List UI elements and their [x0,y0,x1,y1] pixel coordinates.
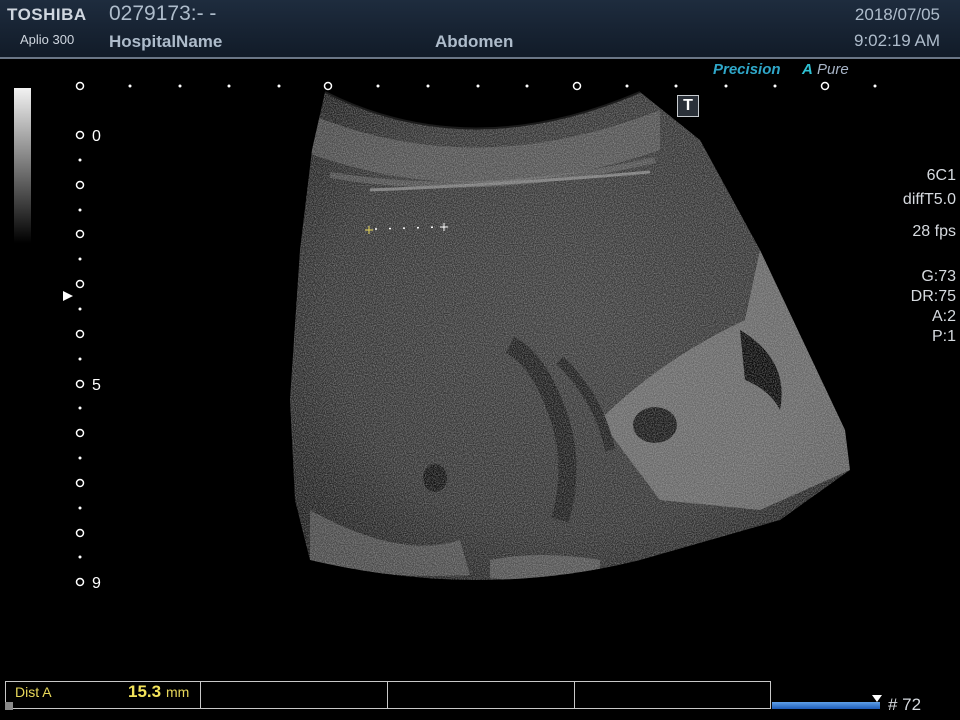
probe-label: 6C1 [926,167,956,184]
measurement-label: Dist A [15,684,52,700]
panel-indicator [5,702,13,710]
depth-scale [63,81,877,587]
measurement-panel: Dist A 15.3 mm [5,681,771,709]
a-value: A:2 [931,308,956,325]
top-lateral-scale [75,81,830,91]
focus-marker-icon [63,291,73,301]
measurement-unit: mm [166,684,190,700]
depth-label-5: 5 [92,377,101,394]
top-lateral-dots [128,84,877,88]
measurement-cell-empty [388,682,575,708]
vertical-depth-dots [78,158,82,559]
p-value: P:1 [931,328,956,345]
frame-rate: 28 fps [912,223,956,240]
cine-scrollbar[interactable] [772,702,880,709]
imaging-mode: diffT5.0 [902,191,956,208]
depth-label-9: 9 [92,575,101,592]
measurement-value: 15.3 [128,682,162,701]
cine-position-marker-icon[interactable] [872,695,882,702]
depth-label-0: 0 [92,128,101,145]
frame-count: # 72 [888,695,922,714]
measurement-cell-empty [201,682,388,708]
measurement-cell-empty [575,682,770,708]
dynamic-range-value: DR:75 [910,288,956,305]
measurement-cell-dist-a[interactable]: Dist A 15.3 mm [6,682,201,708]
gain-value: G:73 [921,268,956,285]
